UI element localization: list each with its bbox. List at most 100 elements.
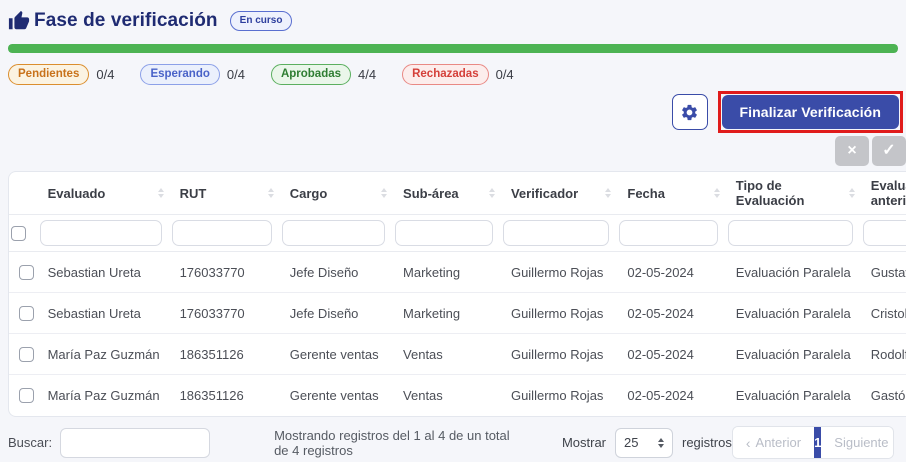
cell-cargo: Jefe Diseño	[280, 293, 393, 334]
filter-evaluador-anterior-input[interactable]	[863, 220, 906, 246]
cell-sub-area: Marketing	[393, 293, 501, 334]
thumbs-up-icon	[8, 10, 30, 32]
filter-tipo-input[interactable]	[728, 220, 853, 246]
cell-cargo: Jefe Diseño	[280, 252, 393, 293]
row-checkbox[interactable]	[19, 388, 34, 403]
column-header-evaluado[interactable]: Evaluado	[38, 172, 170, 215]
table-row: María Paz Guzmán 186351126 Gerente venta…	[9, 375, 906, 416]
cell-tipo: Evaluación Paralela	[726, 252, 861, 293]
column-label: Tipo de Evaluación	[736, 178, 805, 208]
cell-evaluado: María Paz Guzmán	[38, 334, 170, 375]
column-header-evaluador-anterior[interactable]: Evaluador anterior	[861, 172, 906, 215]
sort-icon	[381, 188, 388, 198]
counter-esperando[interactable]: Esperando	[140, 64, 219, 85]
table-row: Sebastian Ureta 176033770 Jefe Diseño Ma…	[9, 252, 906, 293]
column-label: Verificador	[511, 186, 578, 201]
header-checkbox-cell	[9, 172, 38, 215]
row-checkbox[interactable]	[19, 306, 34, 321]
table-row: Sebastian Ureta 176033770 Jefe Diseño Ma…	[9, 293, 906, 334]
column-label: Evaluador anterior	[871, 178, 906, 208]
page-size-select[interactable]: 25	[615, 428, 673, 458]
page-header: Fase de verificación En curso	[8, 10, 906, 32]
show-label: Mostrar	[562, 435, 606, 450]
finalize-verification-button[interactable]: Finalizar Verificación	[722, 95, 899, 129]
red-highlight-annotation: Finalizar Verificación	[718, 91, 903, 133]
sort-icon	[489, 188, 496, 198]
table-footer: Buscar: Mostrando registros del 1 al 4 d…	[8, 426, 894, 460]
cell-cargo: Gerente ventas	[280, 375, 393, 416]
cell-evaluador-anterior: Cristobal	[861, 293, 906, 334]
approve-button[interactable]: ✓	[872, 136, 906, 166]
bulk-actions: × ✓	[8, 136, 906, 166]
column-header-verificador[interactable]: Verificador	[501, 172, 617, 215]
status-counters: Pendientes 0/4 Esperando 0/4 Aprobadas 4…	[8, 63, 906, 85]
progress-bar	[8, 44, 898, 53]
sort-icon	[605, 188, 612, 198]
cell-sub-area: Marketing	[393, 252, 501, 293]
cell-fecha: 02-05-2024	[617, 252, 725, 293]
counter-aprobadas[interactable]: Aprobadas	[271, 64, 351, 85]
pagination: ‹ Anterior 1 Siguiente ›	[732, 426, 894, 459]
filter-verificador-input[interactable]	[503, 220, 609, 246]
column-header-rut[interactable]: RUT	[170, 172, 280, 215]
records-info: Mostrando registros del 1 al 4 de un tot…	[274, 428, 520, 458]
page-size-value: 25	[624, 435, 638, 450]
counter-pendientes[interactable]: Pendientes	[8, 64, 89, 85]
filter-evaluado-input[interactable]	[40, 220, 162, 246]
next-label: Siguiente	[834, 435, 888, 450]
evaluations-table: Evaluado RUT Cargo Sub-área Verificador …	[8, 171, 906, 417]
sort-icon	[158, 188, 165, 198]
column-label: Fecha	[627, 186, 665, 201]
counter-aprobadas-value: 4/4	[358, 67, 376, 82]
cell-sub-area: Ventas	[393, 334, 501, 375]
counter-esperando-value: 0/4	[227, 67, 245, 82]
filter-rut-input[interactable]	[172, 220, 272, 246]
status-badge: En curso	[230, 11, 293, 31]
search-group: Buscar:	[8, 428, 210, 458]
column-label: Evaluado	[48, 186, 106, 201]
chevron-left-icon: ‹	[746, 435, 751, 451]
select-spinner-icon	[658, 438, 664, 448]
column-header-fecha[interactable]: Fecha	[617, 172, 725, 215]
next-page-button[interactable]: Siguiente ›	[821, 427, 894, 458]
column-header-tipo-evaluacion[interactable]: Tipo de Evaluación	[726, 172, 861, 215]
settings-button[interactable]	[672, 94, 708, 130]
cell-verificador: Guillermo Rojas	[501, 334, 617, 375]
table-filter-row	[9, 215, 906, 252]
cell-fecha: 02-05-2024	[617, 293, 725, 334]
records-label: registros	[682, 435, 732, 450]
current-page-button[interactable]: 1	[814, 427, 821, 458]
column-header-sub-area[interactable]: Sub-área	[393, 172, 501, 215]
cell-evaluador-anterior: Gastón	[861, 375, 906, 416]
cell-fecha: 02-05-2024	[617, 334, 725, 375]
table-header-row: Evaluado RUT Cargo Sub-área Verificador …	[9, 172, 906, 215]
filter-sub-area-input[interactable]	[395, 220, 493, 246]
cell-evaluador-anterior: Rodolfo	[861, 334, 906, 375]
select-all-checkbox[interactable]	[11, 226, 26, 241]
cell-tipo: Evaluación Paralela	[726, 293, 861, 334]
cell-rut: 176033770	[170, 293, 280, 334]
reject-button[interactable]: ×	[835, 136, 869, 166]
table-row: María Paz Guzmán 186351126 Gerente venta…	[9, 334, 906, 375]
column-header-cargo[interactable]: Cargo	[280, 172, 393, 215]
previous-page-button[interactable]: ‹ Anterior	[733, 427, 814, 458]
cell-verificador: Guillermo Rojas	[501, 293, 617, 334]
cell-sub-area: Ventas	[393, 375, 501, 416]
row-checkbox[interactable]	[19, 347, 34, 362]
cell-tipo: Evaluación Paralela	[726, 375, 861, 416]
search-label: Buscar:	[8, 435, 52, 450]
cell-verificador: Guillermo Rojas	[501, 375, 617, 416]
cell-rut: 176033770	[170, 252, 280, 293]
cell-evaluado: Sebastian Ureta	[38, 252, 170, 293]
column-label: RUT	[180, 186, 207, 201]
filter-fecha-input[interactable]	[619, 220, 717, 246]
cell-rut: 186351126	[170, 375, 280, 416]
sort-icon	[849, 188, 856, 198]
cell-fecha: 02-05-2024	[617, 375, 725, 416]
row-checkbox[interactable]	[19, 265, 34, 280]
filter-cargo-input[interactable]	[282, 220, 385, 246]
cell-verificador: Guillermo Rojas	[501, 252, 617, 293]
search-input[interactable]	[60, 428, 210, 458]
cell-evaluador-anterior: Gustavo	[861, 252, 906, 293]
counter-rechazadas[interactable]: Rechazadas	[402, 64, 488, 85]
